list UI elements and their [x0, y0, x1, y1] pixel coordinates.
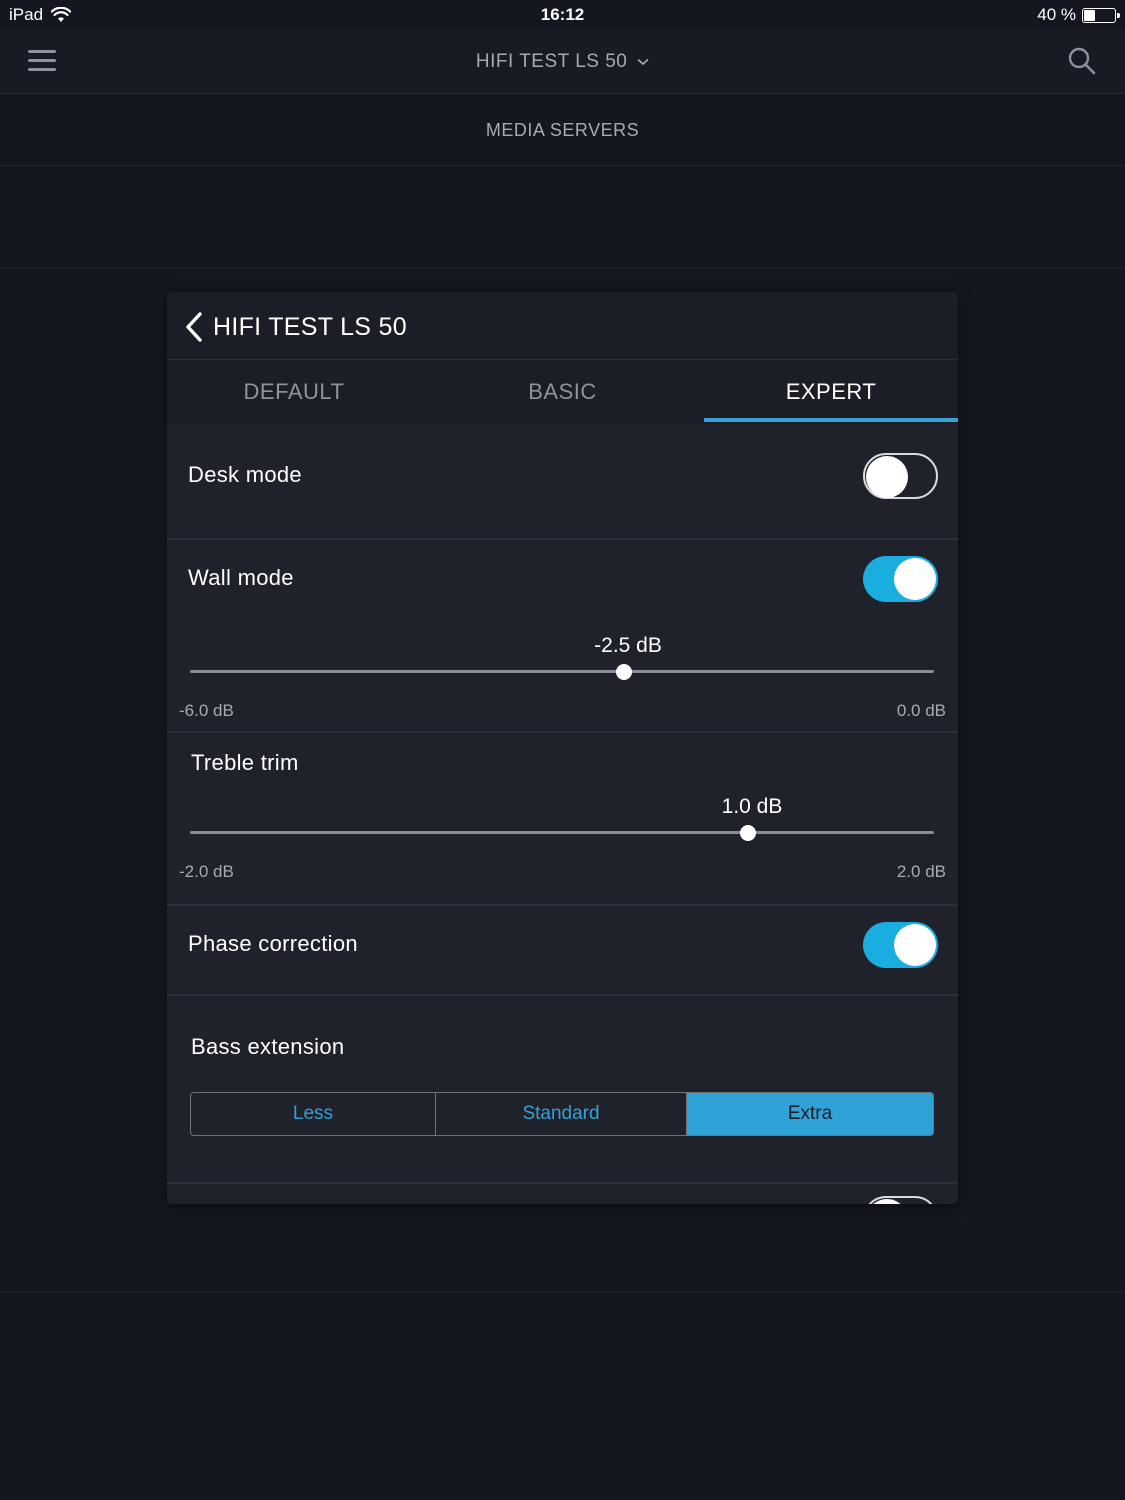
treble-trim-slider-track[interactable]: [190, 831, 934, 834]
nav-title-container: HIFI TEST LS 50: [0, 51, 1125, 73]
bass-extension-option-extra[interactable]: Extra: [687, 1093, 933, 1135]
wall-mode-slider-track[interactable]: [190, 670, 934, 673]
tab-expert[interactable]: EXPERT: [704, 360, 958, 424]
sub-header: MEDIA SERVERS: [0, 94, 1125, 166]
panel-title: HIFI TEST LS 50: [213, 312, 407, 341]
panel-header: HIFI TEST LS 50: [167, 292, 958, 360]
status-bar: iPad 16:12 40 %: [0, 0, 1125, 30]
toggle-knob: [894, 924, 936, 966]
expert-settings-list: Desk mode Wall mode -2.5 dB -6.0 dB 0.0 …: [167, 424, 958, 1204]
treble-trim-slider-thumb[interactable]: [740, 825, 756, 841]
wall-mode-slider-value: -2.5 dB: [594, 634, 662, 657]
battery-level: [1084, 9, 1096, 21]
tab-basic[interactable]: BASIC: [421, 360, 704, 424]
row-divider: [167, 994, 958, 996]
media-servers-title[interactable]: MEDIA SERVERS: [0, 120, 1125, 141]
treble-trim-label: Treble trim: [191, 750, 299, 775]
row-divider: [167, 1182, 958, 1184]
status-time: 16:12: [540, 5, 585, 24]
tab-bar: DEFAULT BASIC EXPERT: [167, 360, 958, 424]
chevron-down-icon: [637, 58, 649, 66]
treble-trim-slider-max: 2.0 dB: [896, 862, 946, 881]
wall-mode-slider-max: 0.0 dB: [896, 701, 946, 720]
toggle-knob: [866, 456, 908, 498]
screen: iPad 16:12 40 % HIFI TEST LS 50 MEDIA SE…: [0, 0, 1125, 1500]
bass-extension-label: Bass extension: [191, 1034, 345, 1059]
desk-mode-label: Desk mode: [188, 462, 302, 487]
bass-extension-segmented-control: Less Standard Extra: [190, 1092, 934, 1136]
segment-label: Less: [292, 1103, 334, 1124]
row-divider: [167, 904, 958, 906]
nav-bar: HIFI TEST LS 50: [0, 30, 1125, 94]
search-icon[interactable]: [1067, 46, 1097, 76]
desk-mode-toggle[interactable]: [863, 453, 938, 499]
back-button[interactable]: HIFI TEST LS 50: [183, 310, 407, 344]
tab-basic-label: BASIC: [528, 379, 597, 404]
active-tab-indicator: [704, 418, 958, 422]
background-divider: [0, 1292, 1125, 1293]
phase-correction-toggle[interactable]: [863, 922, 938, 968]
background-divider: [0, 268, 1125, 269]
tab-expert-label: EXPERT: [785, 379, 877, 404]
wall-mode-slider-min: -6.0 dB: [179, 701, 234, 720]
treble-trim-slider-value: 1.0 dB: [721, 795, 783, 818]
treble-trim-slider-min: -2.0 dB: [179, 862, 234, 881]
next-setting-toggle[interactable]: [863, 1196, 938, 1204]
wall-mode-toggle[interactable]: [863, 556, 938, 602]
segment-label: Standard: [522, 1103, 600, 1124]
row-divider: [167, 731, 958, 733]
chevron-left-icon: [186, 312, 202, 342]
tab-default-label: DEFAULT: [243, 379, 345, 404]
battery-icon: [1082, 7, 1120, 23]
toggle-knob: [866, 1199, 908, 1204]
bass-extension-option-less[interactable]: Less: [191, 1093, 436, 1135]
wall-mode-label: Wall mode: [188, 565, 294, 590]
device-selector[interactable]: HIFI TEST LS 50: [476, 51, 649, 72]
bass-extension-option-standard[interactable]: Standard: [436, 1093, 687, 1135]
speaker-settings-panel: HIFI TEST LS 50 DEFAULT BASIC EXPERT Des…: [167, 292, 958, 1204]
battery-percent: 40 %: [1037, 5, 1076, 24]
tab-default[interactable]: DEFAULT: [167, 360, 421, 424]
phase-correction-label: Phase correction: [188, 931, 358, 956]
status-right: 40 %: [1037, 5, 1120, 25]
row-divider: [167, 538, 958, 540]
wall-mode-slider-thumb[interactable]: [616, 664, 632, 680]
toggle-knob: [894, 558, 936, 600]
segment-label: Extra: [787, 1103, 833, 1124]
nav-title: HIFI TEST LS 50: [475, 51, 628, 72]
